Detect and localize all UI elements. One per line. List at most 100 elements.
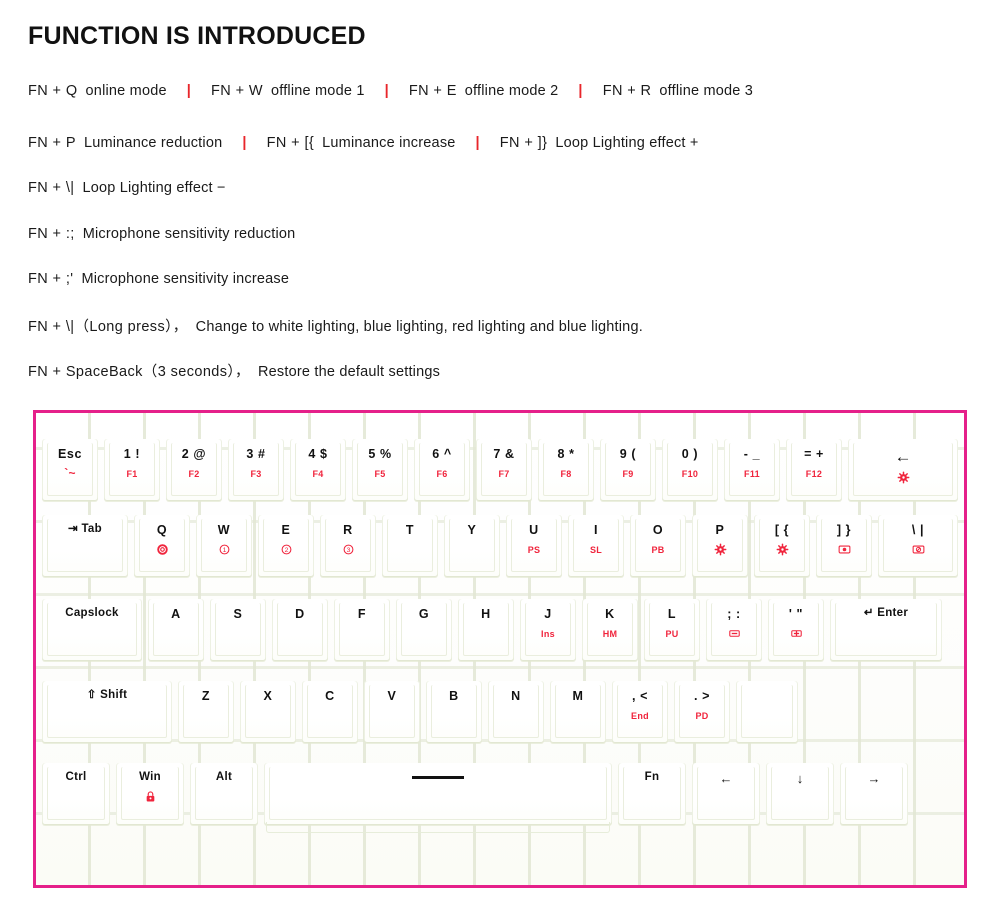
key-a[interactable]: A — [148, 599, 204, 661]
key-j[interactable]: J Ins — [520, 599, 576, 661]
key-comma[interactable]: , < End — [612, 681, 668, 743]
key-legend-primary: ← — [719, 771, 733, 786]
shortcut-combo: FN + E — [408, 83, 457, 99]
key-bracket-left[interactable]: [ { — [754, 515, 810, 577]
key-legend-secondary: F2 — [188, 468, 200, 479]
key-legend-primary: ⇧ Shift — [86, 689, 128, 701]
key-f[interactable]: F — [334, 599, 390, 661]
key-semicolon[interactable]: ; : — [706, 599, 762, 661]
key-5[interactable]: 5 % F5 — [352, 439, 408, 501]
key-g[interactable]: G — [396, 599, 452, 661]
key-legend-primary: B — [449, 689, 459, 703]
key-enter[interactable]: ↵ Enter — [830, 599, 942, 661]
shortcut-combo: FN + SpaceBack（3 seconds）， — [28, 364, 250, 380]
key-legend-primary: A — [171, 607, 181, 621]
key-i[interactable]: I SL — [568, 515, 624, 577]
key-2[interactable]: 2 @ F2 — [166, 439, 222, 501]
key-y[interactable]: Y — [444, 515, 500, 577]
key-legend-primary: E — [281, 523, 291, 537]
key-legend-primary: Z — [201, 689, 211, 703]
key-8[interactable]: 8 * F8 — [538, 439, 594, 501]
key-1[interactable]: 1 ! F1 — [104, 439, 160, 501]
key-capslock[interactable]: Capslock — [42, 599, 142, 661]
key-e[interactable]: E2 — [258, 515, 314, 577]
svg-text:3: 3 — [346, 547, 350, 554]
key-q[interactable]: Q — [134, 515, 190, 577]
key-v[interactable]: V — [364, 681, 420, 743]
key-b[interactable]: B — [426, 681, 482, 743]
separator-bar: | — [578, 83, 583, 99]
spacebar-line — [412, 776, 464, 779]
shortcut-combo: FN + ;' — [28, 271, 74, 287]
key-arrow-down[interactable]: ↓ — [766, 763, 834, 825]
shortcut-description: Change to white lighting, blue lighting,… — [195, 319, 643, 335]
key-h[interactable]: H — [458, 599, 514, 661]
key-shift-left[interactable]: ⇧ Shift — [42, 681, 172, 743]
key-x[interactable]: X — [240, 681, 296, 743]
key-quote[interactable]: ' " — [768, 599, 824, 661]
key-legend-primary: 6 ^ — [432, 447, 452, 461]
key-n[interactable]: N — [488, 681, 544, 743]
key-4[interactable]: 4 $ F4 — [290, 439, 346, 501]
key-legend-primary: Q — [156, 523, 168, 537]
key-p[interactable]: P — [692, 515, 748, 577]
svg-text:1: 1 — [222, 547, 226, 554]
key-alt[interactable]: Alt — [190, 763, 258, 825]
key-legend-primary: - _ — [743, 447, 761, 461]
key-legend-primary: J — [544, 607, 552, 621]
key-backslash[interactable]: \ | — [878, 515, 958, 577]
boxed-circle-icon — [912, 543, 925, 556]
key-win[interactable]: Win — [116, 763, 184, 825]
mic-down-icon — [728, 627, 741, 640]
key-legend-primary: ↓ — [796, 771, 804, 786]
key-period[interactable]: . > PD — [674, 681, 730, 743]
key-7[interactable]: 7 & F7 — [476, 439, 532, 501]
shortcut-combo: FN + P — [28, 135, 76, 151]
key-legend-primary: P — [715, 523, 725, 537]
shortcut-description: Loop Lighting effect − — [82, 180, 226, 196]
key-9[interactable]: 9 (F9 — [600, 439, 656, 501]
key-tab[interactable]: ⇥ Tab — [42, 515, 128, 577]
key-ctrl[interactable]: Ctrl — [42, 763, 110, 825]
key-m[interactable]: M — [550, 681, 606, 743]
line-lighting-colors: FN + \|（Long press）， Change to white ligh… — [28, 315, 643, 336]
key-s[interactable]: S — [210, 599, 266, 661]
key-legend-primary: Fn — [644, 771, 660, 783]
key-space[interactable] — [264, 763, 612, 833]
key-u[interactable]: U PS — [506, 515, 562, 577]
key-c[interactable]: C — [302, 681, 358, 743]
key-3[interactable]: 3 # F3 — [228, 439, 284, 501]
shortcut-combo: FN + W — [211, 83, 263, 99]
key-0[interactable]: 0 ) F10 — [662, 439, 718, 501]
shortcut-description: Luminance increase — [322, 135, 456, 151]
key-6[interactable]: 6 ^ F6 — [414, 439, 470, 501]
key-k[interactable]: K HM — [582, 599, 638, 661]
key-fn[interactable]: Fn — [618, 763, 686, 825]
key-r[interactable]: R3 — [320, 515, 376, 577]
key-w[interactable]: W1 — [196, 515, 252, 577]
key-t[interactable]: T — [382, 515, 438, 577]
key-backspace[interactable]: ← — [848, 439, 958, 501]
key-d[interactable]: D — [272, 599, 328, 661]
key-legend-secondary: SL — [589, 544, 603, 555]
key-esc[interactable]: Esc `~ — [42, 439, 98, 501]
line-mic-up: FN + ;' Microphone sensitivity increase — [28, 271, 289, 287]
key-minus[interactable]: - _ F11 — [724, 439, 780, 501]
shortcut-combo: FN + ]} — [499, 135, 548, 151]
key-arrow-right[interactable]: → — [840, 763, 908, 825]
page-title: FUNCTION IS INTRODUCED — [28, 22, 366, 50]
key-z[interactable]: Z — [178, 681, 234, 743]
key-o[interactable]: O PB — [630, 515, 686, 577]
key-legend-primary: 4 $ — [308, 447, 328, 461]
key-bracket-right[interactable]: ] } — [816, 515, 872, 577]
key-shift-right[interactable] — [736, 681, 798, 743]
key-legend-primary: 3 # — [246, 447, 266, 461]
key-legend-primary: 1 ! — [123, 447, 141, 461]
gear-icon — [776, 543, 789, 556]
key-equal[interactable]: = + F12 — [786, 439, 842, 501]
key-legend-primary: Esc — [57, 447, 83, 461]
key-legend-secondary: F7 — [498, 468, 510, 479]
key-l[interactable]: L PU — [644, 599, 700, 661]
separator-bar: | — [242, 135, 247, 151]
key-arrow-left[interactable]: ← — [692, 763, 760, 825]
